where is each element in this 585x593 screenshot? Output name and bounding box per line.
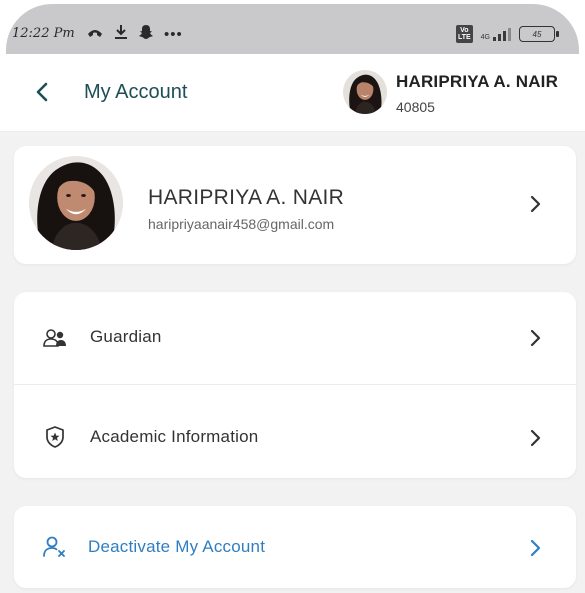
profile-avatar [29,156,123,250]
menu-item-academic-information[interactable]: Academic Information [14,385,576,477]
more-notifications-icon: ••• [164,25,183,43]
signal-icon: 4G [481,27,511,41]
back-button[interactable] [28,78,56,106]
battery-icon: 45 [519,26,559,42]
chevron-right-icon [530,429,541,447]
menu-item-guardian[interactable]: Guardian [14,292,576,384]
chevron-left-icon [36,82,48,102]
menu-item-label: Academic Information [90,427,259,446]
snapchat-icon [138,24,154,45]
user-remove-icon [43,536,65,557]
profile-name: HARIPRIYA A. NAIR [148,186,345,209]
page-title: My Account [84,81,188,103]
network-type: 4G [480,34,490,41]
missed-call-icon [86,24,104,45]
chevron-right-icon [530,329,541,347]
chevron-right-icon [530,195,541,213]
header-avatar[interactable] [343,70,387,114]
deactivate-label: Deactivate My Account [88,537,266,556]
account-menu: Guardian Academic Information [14,292,576,478]
chevron-right-icon [530,539,541,557]
download-icon [114,24,128,45]
app-header: My Account HARIPRIYA A. NAIR 40805 [0,54,585,132]
account-content: HARIPRIYA A. NAIR haripriyaanair458@gmai… [0,132,585,593]
status-time: 12:22 Pm [12,26,75,41]
status-bar: 12:22 Pm ••• Vo LTE 4G 45 [0,0,585,54]
header-user-id: 40805 [396,99,435,115]
volte-icon: Vo LTE [455,25,473,43]
profile-card[interactable]: HARIPRIYA A. NAIR haripriyaanair458@gmai… [14,146,576,264]
battery-level: 45 [532,29,542,39]
system-status-icons: Vo LTE 4G 45 [455,25,559,43]
guardian-icon [43,329,66,347]
deactivate-account-button[interactable]: Deactivate My Account [14,506,576,588]
menu-item-label: Guardian [90,327,162,346]
profile-email: haripriyaanair458@gmail.com [148,216,335,232]
notification-icons: ••• [86,24,183,45]
header-user-name: HARIPRIYA A. NAIR [396,72,559,91]
shield-star-icon [46,426,64,448]
